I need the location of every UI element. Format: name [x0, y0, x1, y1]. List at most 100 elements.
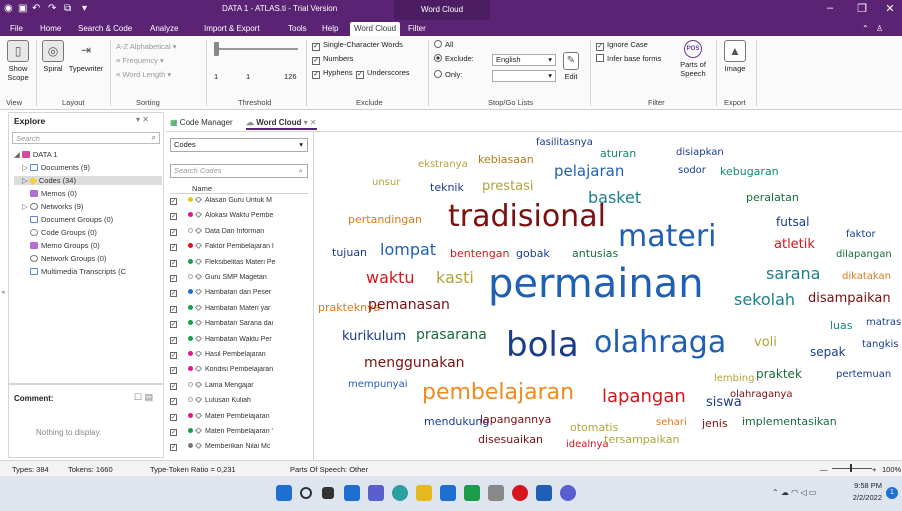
tab-code-manager[interactable]: ▦ Code Manager — [170, 116, 233, 130]
cloud-word[interactable]: teknik — [430, 182, 464, 193]
excel-icon[interactable] — [464, 485, 480, 501]
stoplist-exclude-radio[interactable]: Exclude: — [434, 54, 474, 63]
code-checkbox[interactable]: ✓ — [170, 444, 177, 452]
cloud-word[interactable]: pelajaran — [554, 164, 624, 179]
hyphens-checkbox[interactable]: ✓ Hyphens — [312, 68, 353, 79]
tree-item-multimedia-transcripts[interactable]: Multimedia Transcripts (C — [30, 267, 160, 276]
zoom-slider[interactable] — [832, 468, 872, 469]
cloud-word[interactable]: sepak — [810, 346, 846, 358]
cloud-word[interactable]: materi — [618, 222, 717, 252]
code-checkbox[interactable]: ✓ — [170, 352, 177, 359]
code-row[interactable]: ✓ Memberikan Nilai Mc — [170, 443, 312, 454]
show-scope-button[interactable]: ▯ Show Scope — [4, 40, 32, 82]
cloud-word[interactable]: implementasikan — [742, 416, 837, 427]
zoom-out-icon[interactable]: — — [820, 465, 828, 474]
cloud-word[interactable]: unsur — [372, 178, 400, 188]
code-row[interactable]: ✓ Hambatan Materi yar — [170, 304, 312, 316]
tree-item-network-groups[interactable]: Network Groups (0) — [30, 254, 106, 263]
cloud-word[interactable]: dikatakan — [842, 272, 891, 282]
cloud-word[interactable]: lapangan — [602, 388, 686, 406]
cloud-word[interactable]: pemanasan — [368, 298, 450, 312]
code-checkbox[interactable]: ✓ — [170, 382, 177, 390]
code-row[interactable]: ✓ Fleksibelitas Materi Pe — [170, 258, 312, 270]
cloud-word[interactable]: bola — [506, 328, 579, 362]
code-checkbox[interactable]: ✓ — [170, 244, 177, 252]
menu-home[interactable]: Home — [36, 22, 65, 36]
cloud-word[interactable]: disampaikan — [808, 292, 891, 305]
stoplist-language-select[interactable]: English ▾ — [492, 54, 556, 66]
numbers-checkbox[interactable]: ✓ Numbers — [312, 54, 353, 65]
cloud-word[interactable]: luas — [830, 320, 853, 331]
tray-icons[interactable]: ⌃ ☁ ◠ ◁ ▭ — [772, 488, 816, 497]
code-checkbox[interactable]: ✓ — [170, 305, 177, 313]
cloud-word[interactable]: olahraga — [594, 328, 726, 358]
code-row[interactable]: ✓ Data Dari Informan — [170, 227, 312, 239]
code-checkbox[interactable]: ✓ — [170, 198, 177, 205]
stoplist-only-radio[interactable]: Only: — [434, 70, 463, 79]
task-view-icon[interactable] — [322, 487, 334, 499]
code-checkbox[interactable]: ✓ — [170, 259, 177, 267]
cloud-word[interactable]: gobak — [516, 248, 550, 259]
cloud-word[interactable]: atletik — [774, 238, 815, 251]
code-row[interactable]: ✓ Hambatan dari Peser — [170, 289, 312, 300]
typewriter-button[interactable]: ⇥ Typewriter — [66, 40, 106, 73]
explore-pin-icon[interactable]: ▾ ✕ — [136, 115, 149, 124]
cloud-word[interactable]: bentengan — [450, 248, 509, 259]
cloud-word[interactable]: lembing — [714, 374, 754, 384]
cloud-word[interactable]: ekstranya — [418, 160, 468, 170]
stoplist-all-radio[interactable]: All — [434, 40, 453, 49]
tree-item-networks[interactable]: ▷ Networks (9) — [22, 202, 83, 211]
code-row[interactable]: ✓ Hasil Pembelajaran — [170, 351, 312, 362]
code-checkbox[interactable]: ✓ — [170, 275, 177, 282]
tree-item-documents[interactable]: ▷ Documents (9) — [22, 163, 90, 172]
tree-item-codes[interactable]: ▷ Codes (34) — [14, 176, 162, 186]
code-checkbox[interactable]: ✓ — [170, 413, 177, 421]
cloud-word[interactable]: tujuan — [332, 247, 367, 258]
tree-item-code-groups[interactable]: Code Groups (0) — [30, 228, 97, 237]
sort-word-length[interactable]: ≡ Word Length ▾ — [116, 70, 171, 79]
menu-tools[interactable]: Tools — [284, 22, 311, 36]
cloud-word[interactable]: kurikulum — [342, 330, 406, 343]
file-explorer-icon[interactable] — [416, 485, 432, 501]
stoplist-only-select[interactable]: ▾ — [492, 70, 556, 82]
underscores-checkbox[interactable]: ✓ Underscores — [356, 68, 410, 79]
discord-icon[interactable] — [560, 485, 576, 501]
menu-search-code[interactable]: Search & Code — [74, 22, 136, 36]
spiral-button[interactable]: ◎ Spiral — [40, 40, 66, 73]
cloud-word[interactable]: kebiasaan — [478, 154, 534, 165]
cloud-word[interactable]: pertandingan — [348, 214, 422, 225]
cloud-word[interactable]: praktek — [756, 368, 802, 380]
code-row[interactable]: ✓ Materi Pembelajaran ' — [170, 428, 312, 439]
cloud-word[interactable]: aturan — [600, 148, 636, 159]
cloud-word[interactable]: matras — [866, 318, 901, 328]
tree-item-memo-groups[interactable]: Memo Groups (0) — [30, 241, 100, 250]
menu-help[interactable]: Help — [318, 22, 342, 36]
cloud-word[interactable]: lompat — [380, 242, 436, 258]
code-row[interactable]: ✓ Guru SMP Magetan — [170, 274, 312, 285]
cloud-word[interactable]: olahraganya — [730, 390, 792, 400]
cloud-word[interactable]: prestasi — [482, 180, 534, 193]
cloud-word[interactable]: tangkis — [862, 340, 899, 350]
widgets-icon[interactable] — [344, 485, 360, 501]
cloud-word[interactable]: disesuaikan — [478, 434, 543, 445]
notification-badge[interactable]: 1 — [886, 487, 898, 499]
code-checkbox[interactable]: ✓ — [170, 398, 177, 406]
maximize-icon[interactable]: ❐ — [852, 2, 872, 15]
infer-base-forms-checkbox[interactable]: Infer base forms — [596, 54, 661, 63]
ignore-case-checkbox[interactable]: ✓ Ignore Case — [596, 40, 648, 51]
cloud-word[interactable]: kasti — [436, 270, 474, 286]
collapse-ribbon-icon[interactable]: ⌃ — [858, 22, 873, 36]
minimize-icon[interactable]: – — [820, 2, 840, 14]
column-header-name[interactable]: Name — [192, 184, 212, 193]
codes-scope-select[interactable]: Codes ▾ — [170, 138, 308, 152]
close-icon[interactable]: ✕ — [880, 2, 900, 15]
sort-alphabetical[interactable]: A-Z Alphabetical ▾ — [116, 42, 177, 51]
cloud-word[interactable]: sehari — [656, 418, 687, 428]
quick-access-dropdown-icon[interactable]: ▾ — [82, 3, 87, 14]
menu-file[interactable]: File — [6, 22, 27, 36]
code-row[interactable]: ✓ Alokasi Waktu Pembe — [170, 212, 312, 223]
cloud-word[interactable]: idealnya — [566, 440, 609, 450]
cloud-word[interactable]: waktu — [366, 270, 415, 286]
menu-analyze[interactable]: Analyze — [146, 22, 182, 36]
cloud-word[interactable]: jenis — [702, 418, 728, 429]
